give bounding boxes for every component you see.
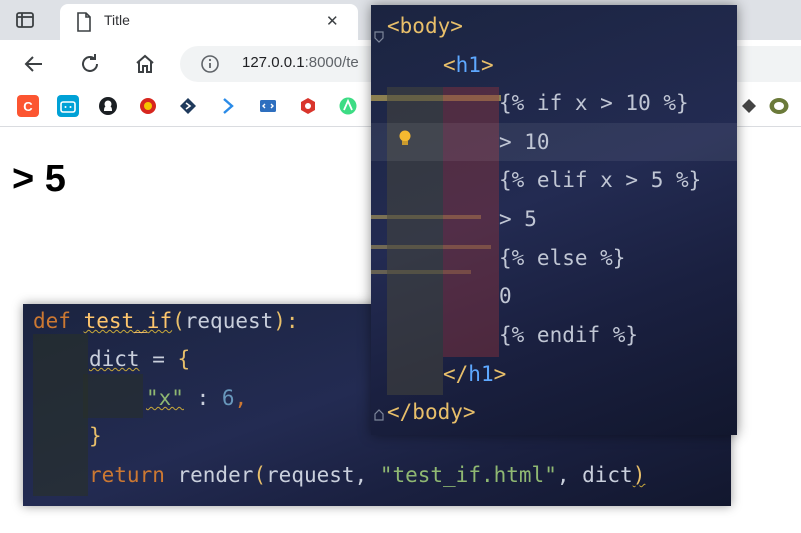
page-heading: > 5 xyxy=(12,158,66,200)
android-studio-icon[interactable] xyxy=(337,95,359,117)
gutter-shade xyxy=(33,334,88,496)
tab-title: Title xyxy=(104,12,130,28)
colon: : xyxy=(183,386,222,410)
site-info-icon[interactable] xyxy=(200,54,220,78)
comma: , xyxy=(234,386,248,410)
browser-tab[interactable]: Title ✕ xyxy=(60,4,358,40)
assign: = xyxy=(139,347,178,371)
tag-bracket: < xyxy=(387,14,400,38)
tag-bracket: > xyxy=(450,14,463,38)
render-call: render xyxy=(164,463,254,487)
tag-body: body xyxy=(412,400,463,424)
extension-icon[interactable] xyxy=(738,95,760,117)
code-window-icon[interactable] xyxy=(257,95,279,117)
lightbulb-icon[interactable] xyxy=(397,129,413,154)
csdn-icon[interactable]: C xyxy=(17,95,39,117)
code-line-2: dict = { xyxy=(89,347,190,371)
tag-bracket: < xyxy=(443,53,456,77)
brace-open: { xyxy=(177,347,191,371)
tpl-line-if: {% if x > 10 %} xyxy=(499,91,689,115)
dict-var: dict xyxy=(89,347,140,371)
fold-icon[interactable] xyxy=(373,403,385,427)
tab-actions-icon[interactable] xyxy=(14,9,36,31)
url-path: :8000/te xyxy=(304,54,359,71)
tpl-line-gt10: > 10 xyxy=(499,130,550,154)
paren: ( xyxy=(172,309,185,333)
bilibili-icon[interactable] xyxy=(57,95,79,117)
tag-bracket: </ xyxy=(443,362,469,386)
keyword-def: def xyxy=(33,309,71,333)
close-tab-icon[interactable]: ✕ xyxy=(326,12,339,30)
param: request xyxy=(184,309,274,333)
keyword-return: return xyxy=(89,463,165,487)
tag-bracket: > xyxy=(462,400,476,424)
template-code-snippet: <body> <h1> {% if x > 10 %} > 10 {% elif… xyxy=(371,5,737,435)
code-line-5: return render(request, "test_if.html", d… xyxy=(89,463,645,487)
party-emblem-icon[interactable] xyxy=(137,95,159,117)
arg-template: "test_if.html" xyxy=(379,463,557,487)
document-icon xyxy=(76,12,92,36)
tpl-line-zero: 0 xyxy=(499,284,512,308)
paren: ( xyxy=(253,463,267,487)
dict-key: "x" xyxy=(146,386,184,410)
code-line-3: "x" : 6, xyxy=(146,386,247,410)
diamond-icon[interactable] xyxy=(177,95,199,117)
tpl-line-endif: {% endif %} xyxy=(499,323,639,347)
tpl-line-else: {% else %} xyxy=(499,246,626,270)
tpl-line-gt5: > 5 xyxy=(499,207,537,231)
tag-bracket: > xyxy=(493,362,507,386)
arg-dict: , dict xyxy=(556,463,633,487)
code-line-4: } xyxy=(89,424,102,448)
tag-bracket: > xyxy=(480,53,494,77)
arg-request: request, xyxy=(266,463,380,487)
tpl-line-body-close: </body> xyxy=(387,400,476,424)
paren-close: ): xyxy=(273,309,299,333)
fold-icon[interactable] xyxy=(373,25,385,49)
tpl-line-h1-close: </h1> xyxy=(443,362,506,386)
flow-icon[interactable] xyxy=(217,95,239,117)
tag-bracket: </ xyxy=(387,400,413,424)
caret-line-highlight xyxy=(371,123,737,161)
dict-value: 6 xyxy=(221,386,235,410)
back-icon[interactable] xyxy=(22,52,46,76)
tpl-line-2: <h1> xyxy=(443,53,494,77)
url-host: 127.0.0.1 xyxy=(242,54,305,71)
code-line-1: def test_if(request): xyxy=(33,309,299,333)
indent-shade xyxy=(83,374,143,418)
tag-h1: h1 xyxy=(455,53,481,77)
tpl-line-1: <body> xyxy=(387,14,463,38)
tag-h1: h1 xyxy=(468,362,494,386)
reload-icon[interactable] xyxy=(78,52,102,76)
home-icon[interactable] xyxy=(133,52,157,76)
github-icon[interactable] xyxy=(97,95,119,117)
brace-close: } xyxy=(89,424,102,448)
tpl-line-elif: {% elif x > 5 %} xyxy=(499,168,702,192)
hexagon-icon[interactable] xyxy=(297,95,319,117)
function-name: test_if xyxy=(83,309,173,333)
url-text[interactable]: 127.0.0.1:8000/te xyxy=(242,54,359,71)
extension-icon-2[interactable] xyxy=(768,95,790,117)
paren-close: ) xyxy=(632,463,646,487)
tag-body: body xyxy=(399,14,451,38)
